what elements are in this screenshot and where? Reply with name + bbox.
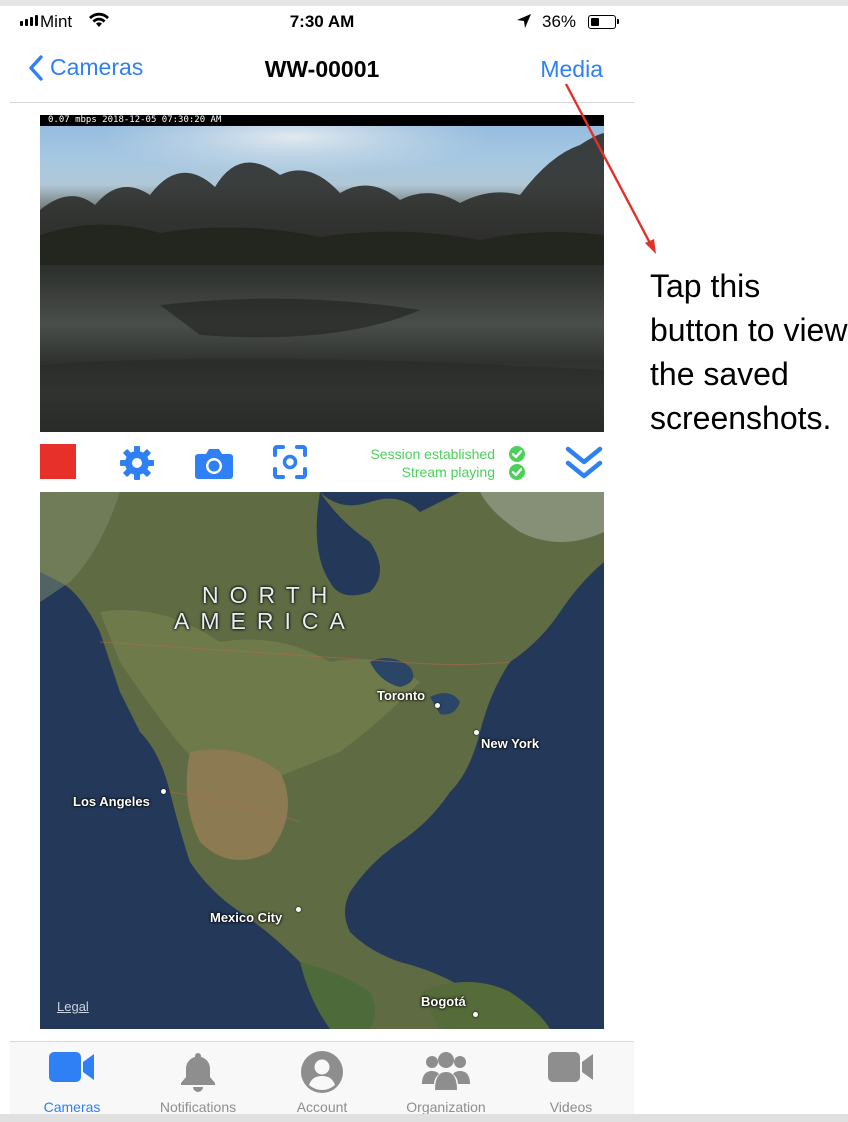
annotation-arrow xyxy=(564,83,656,254)
annotation-callout: Tap this button to view the saved screen… xyxy=(650,268,848,436)
bottom-edge xyxy=(0,1114,848,1122)
